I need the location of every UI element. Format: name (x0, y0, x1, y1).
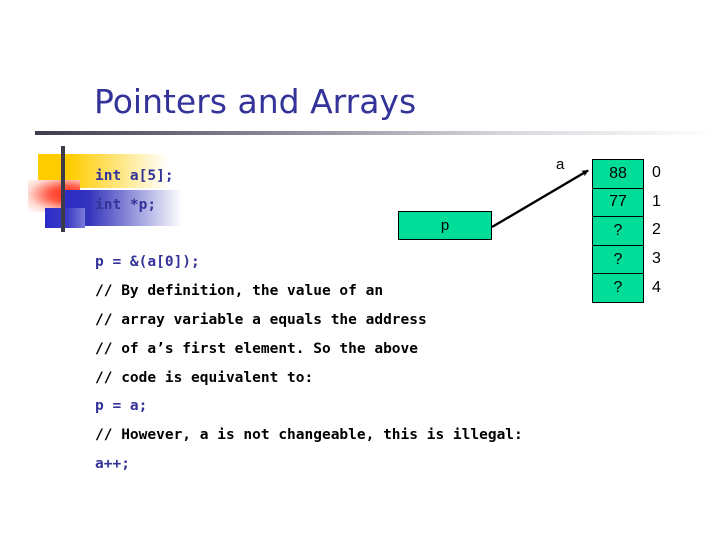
code-line: // array variable a equals the address (95, 311, 427, 328)
red-square-decoration (28, 180, 80, 212)
array-index-label: 3 (652, 250, 661, 268)
page-title: Pointers and Arrays (94, 82, 417, 121)
pointer-variable-box: p (398, 211, 492, 240)
code-line: // of a’s first element. So the above (95, 340, 419, 357)
vertical-rule-decoration (61, 146, 65, 232)
code-line: p = &(a[0]); (95, 254, 200, 271)
array-cell: 77 (593, 188, 643, 218)
array-pointer-label: a (556, 156, 565, 173)
array-index-label: 0 (652, 164, 661, 182)
code-line: p = a; (95, 398, 148, 415)
blue-square-lower-decoration (45, 208, 85, 228)
array-cells-table: 88 77??? (592, 159, 644, 303)
pointer-variable-label: p (440, 217, 450, 234)
code-line: // code is equivalent to: (95, 369, 314, 386)
array-cell: ? (593, 245, 643, 275)
array-cell: ? (593, 274, 643, 303)
code-line: int a[5]; (95, 168, 174, 184)
array-cell: ? (593, 217, 643, 246)
code-block: int a[5]; int *p; p = &(a[0]);// By defin… (95, 162, 523, 479)
array-index-label: 1 (652, 192, 661, 210)
array-index-column: 0 1 2 3 4 (652, 159, 674, 302)
array-index-label: 2 (652, 221, 661, 239)
slide-canvas: Pointers and Arrays int a[5]; int *p; p =… (0, 0, 720, 540)
array-cell: 88 (593, 160, 643, 189)
code-line: // However, a is not changeable, this is… (95, 427, 523, 444)
code-line: // By definition, the value of an (95, 283, 384, 300)
code-line: a++; (95, 455, 130, 472)
horizontal-rule-divider (35, 131, 720, 135)
array-index-label: 4 (652, 278, 661, 296)
